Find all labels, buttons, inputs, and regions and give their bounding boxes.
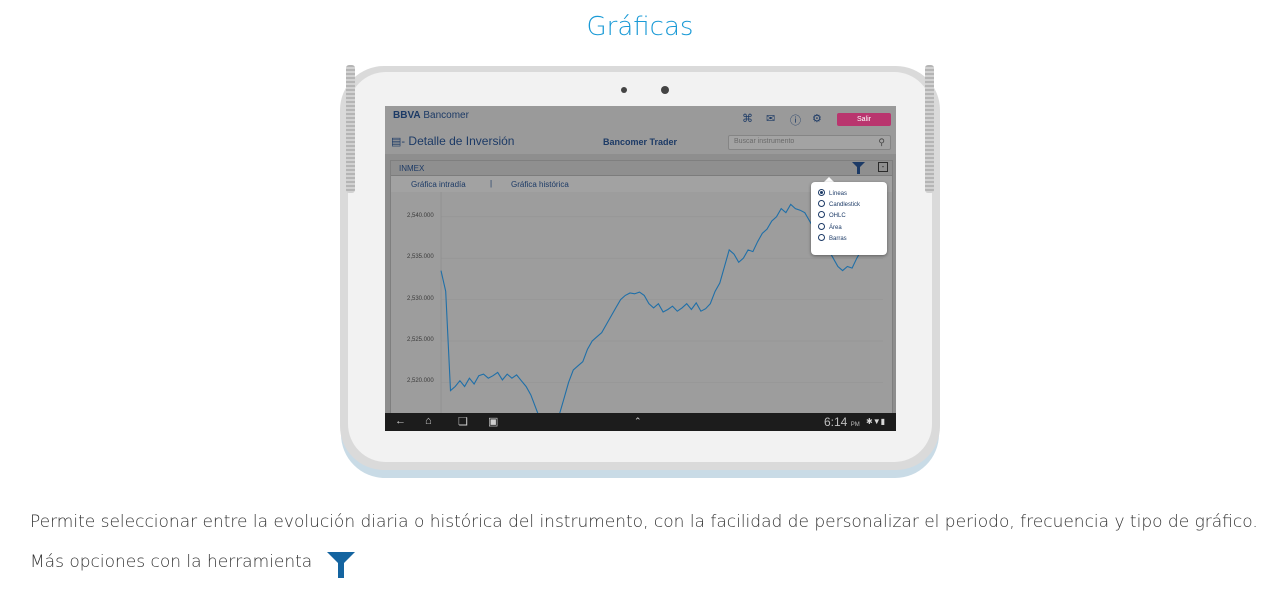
option-lines[interactable]: Líneas: [818, 189, 847, 197]
radio-icon[interactable]: [818, 223, 825, 230]
panel-header: INMEX -: [391, 161, 892, 176]
status-icons: ✱▼▮: [866, 417, 885, 426]
radio-icon[interactable]: [818, 200, 825, 207]
search-placeholder: Buscar instrumento: [734, 138, 795, 145]
search-input[interactable]: Buscar instrumento ⚲: [728, 135, 891, 150]
option-bars[interactable]: Barras: [818, 234, 847, 242]
y-tick-label: 2,530.000: [407, 295, 434, 302]
option-candlestick[interactable]: Candlestick: [818, 200, 860, 208]
radio-icon[interactable]: [818, 211, 825, 218]
radio-icon[interactable]: [818, 234, 825, 241]
y-tick-label: 2,535.000: [407, 254, 434, 261]
filter-icon[interactable]: [852, 162, 865, 174]
search-icon[interactable]: ⚲: [878, 137, 885, 148]
price-series-line: [440, 203, 872, 428]
app-header: BBVA Bancomer ⌘ ✉ ⓘ ⚙ Salir ▤- Detalle d…: [385, 106, 896, 154]
screen-title: ▤- Detalle de Inversión: [391, 134, 515, 148]
tab-historical[interactable]: Gráfica histórica: [511, 180, 569, 189]
chart-glyph-icon: ▤-: [391, 136, 406, 148]
tablet-screen: BBVA Bancomer ⌘ ✉ ⓘ ⚙ Salir ▤- Detalle d…: [385, 106, 896, 431]
description-line-1: Permite seleccionar entre la evolución d…: [30, 512, 1258, 532]
description-line-2: Más opciones con la herramienta: [30, 552, 313, 572]
bank-logo: BBVA Bancomer: [393, 110, 469, 121]
share-icon[interactable]: ⌘: [742, 112, 753, 125]
wifi-icon: ▼: [872, 417, 881, 426]
tab-intraday[interactable]: Gráfica intradía: [411, 180, 466, 189]
home-icon[interactable]: ⌂: [425, 415, 432, 427]
chevron-up-icon[interactable]: ⌃: [634, 416, 642, 427]
chart-type-popup: Líneas Candlestick OHLC Área Barras: [811, 182, 887, 255]
settings-icon[interactable]: ⚙: [812, 112, 822, 125]
y-tick-label: 2,520.000: [407, 378, 434, 385]
filter-icon: [327, 552, 355, 578]
option-ohlc[interactable]: OHLC: [818, 211, 846, 219]
radio-selected-icon[interactable]: [818, 189, 825, 196]
option-area[interactable]: Área: [818, 223, 842, 231]
logout-button[interactable]: Salir: [837, 113, 891, 126]
y-tick-label: 2,540.000: [407, 212, 434, 219]
tab-separator: |: [490, 179, 493, 188]
recent-apps-icon[interactable]: ❏: [458, 415, 468, 428]
back-icon[interactable]: ←: [395, 415, 406, 427]
tablet-sensor: [621, 87, 627, 93]
clock: 6:14 PM: [824, 415, 860, 429]
tablet-speaker-left: [346, 65, 355, 193]
y-tick-label: 2,525.000: [407, 336, 434, 343]
tablet-speaker-right: [925, 65, 934, 193]
instrument-name: INMEX: [399, 164, 425, 173]
app-center-label: Bancomer Trader: [603, 137, 678, 147]
battery-icon: ▮: [880, 417, 886, 426]
page-title: Gráficas: [586, 12, 694, 42]
screenshot-icon[interactable]: ▣: [488, 415, 498, 428]
mail-icon[interactable]: ✉: [766, 112, 775, 125]
minimize-button[interactable]: -: [878, 162, 888, 172]
info-icon[interactable]: ⓘ: [790, 112, 801, 128]
android-nav-bar: ← ⌂ ❏ ▣ ⌃ 6:14 PM ✱▼▮: [385, 413, 896, 431]
bluetooth-icon: ✱: [866, 417, 873, 426]
tablet-camera: [661, 86, 669, 94]
